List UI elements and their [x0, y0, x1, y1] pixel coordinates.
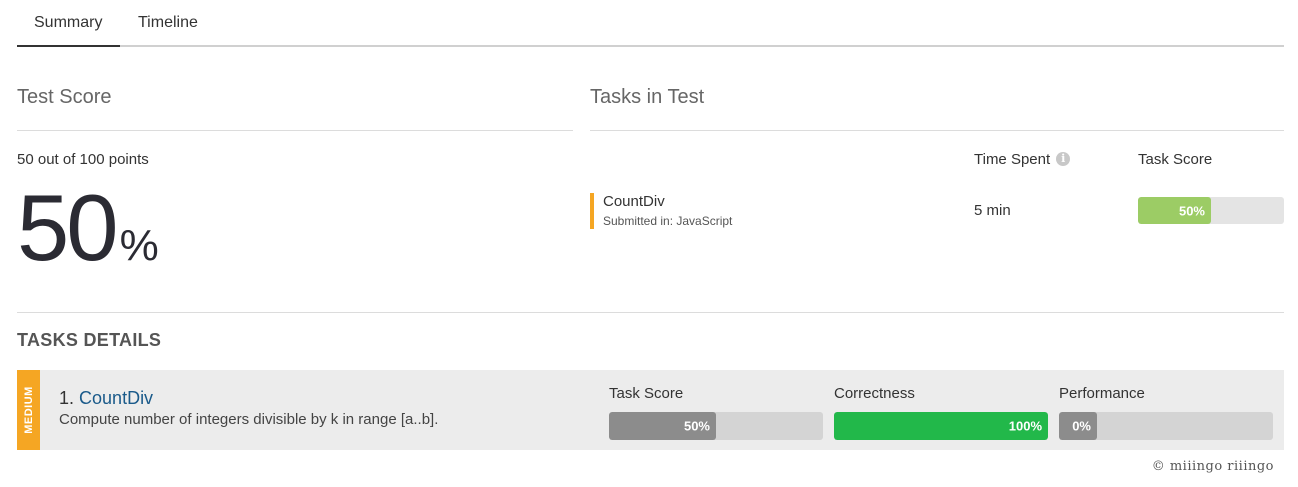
metric-bar-correctness: 100% — [834, 412, 1048, 440]
metric-bar-fill: 0% — [1059, 412, 1097, 440]
overall-score: 50% — [17, 178, 159, 278]
task-detail-title: 1. CountDiv — [59, 388, 153, 409]
tasks-details-title: TASKS DETAILS — [17, 330, 162, 350]
metric-header-task-score: Task Score — [609, 385, 684, 402]
task-score-bar: 50% — [1138, 197, 1284, 224]
metric-bar-fill: 50% — [609, 412, 716, 440]
difficulty-badge: MEDIUM — [17, 370, 40, 450]
task-score-bar-fill: 50% — [1138, 197, 1211, 224]
metric-header-performance: Performance — [1059, 385, 1145, 402]
divider — [17, 312, 1284, 313]
brand-watermark: © miiingo riiingo — [1151, 459, 1274, 474]
divider — [17, 130, 573, 131]
task-detail-link[interactable]: CountDiv — [79, 388, 153, 408]
metric-bar-fill: 100% — [834, 412, 1048, 440]
task-description: Compute number of integers divisible by … — [59, 411, 439, 428]
metric-bar-performance: 0% — [1059, 412, 1273, 440]
difficulty-label: MEDIUM — [22, 386, 35, 434]
metric-label-correctness: 100% — [1008, 418, 1042, 434]
task-score-label: 50% — [1178, 203, 1205, 218]
tab-summary[interactable]: Summary — [34, 14, 102, 32]
task-time-spent: 5 min — [974, 202, 1011, 219]
points-text: 50 out of 100 points — [17, 151, 149, 168]
active-tab-indicator — [17, 45, 120, 47]
divider — [590, 130, 1284, 131]
task-detail-card: MEDIUM 1. CountDiv Compute number of int… — [17, 370, 1284, 450]
metric-bar-task-score: 50% — [609, 412, 823, 440]
tab-timeline[interactable]: Timeline — [138, 14, 198, 32]
overall-score-value: 50 — [17, 175, 119, 280]
tasks-in-test-title: Tasks in Test — [590, 86, 705, 108]
task-score-header: Task Score — [1138, 151, 1213, 168]
time-spent-header-label: Time Spent — [974, 151, 1051, 168]
task-language: Submitted in: JavaScript — [603, 214, 733, 228]
metric-label-performance: 0% — [1072, 418, 1091, 434]
tab-bar: Summary Timeline — [17, 0, 1284, 47]
overall-score-percent-sign: % — [119, 221, 159, 270]
info-icon[interactable]: i — [1056, 152, 1071, 166]
task-number: 1. — [59, 388, 75, 408]
test-score-title: Test Score — [17, 86, 112, 108]
metric-header-correctness: Correctness — [834, 385, 915, 402]
task-accent-bar — [590, 193, 594, 229]
metric-label-task-score: 50% — [683, 418, 710, 434]
time-spent-header: Time Spent i — [974, 151, 1071, 168]
report-page: Summary Timeline Test Score 50 out of 10… — [0, 0, 1298, 487]
task-name: CountDiv — [603, 193, 665, 210]
